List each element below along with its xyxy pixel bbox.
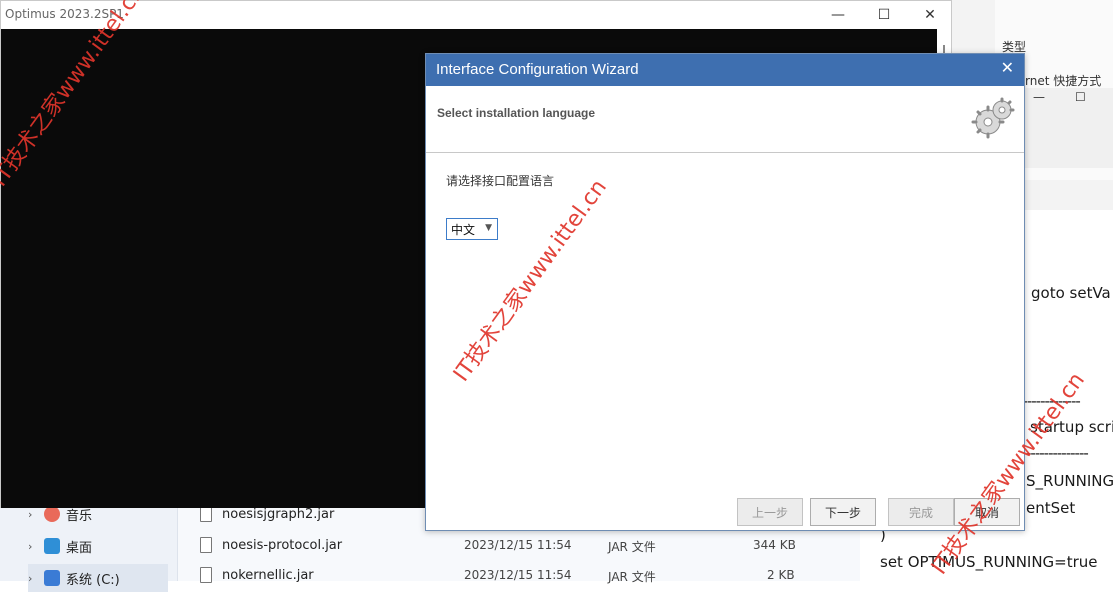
chevron-right-icon[interactable]: ›	[28, 508, 44, 521]
next-button[interactable]: 下一步	[810, 498, 876, 526]
chevron-right-icon[interactable]: ›	[28, 540, 44, 553]
wizard-close-button[interactable]: ✕	[1001, 58, 1014, 77]
wizard-title: Interface Configuration Wizard	[436, 61, 639, 78]
code-line: set OPTIMUS_RUNNING=true	[880, 553, 1098, 571]
gears-icon	[971, 97, 1015, 139]
desktop-icon	[44, 538, 60, 554]
drive-icon	[44, 570, 60, 586]
file-icon	[200, 537, 212, 553]
subwindow-minimize-icon[interactable]: —	[1033, 90, 1045, 104]
dropdown-arrow-icon[interactable]: ▼	[485, 223, 492, 233]
minimize-button[interactable]: —	[815, 3, 861, 27]
code-line: S_RUNNING	[1026, 472, 1113, 490]
nav-item-system-drive[interactable]: › 系统 (C:)	[28, 564, 168, 592]
file-date: 2023/12/15 11:54	[464, 538, 572, 552]
file-type: JAR 文件	[608, 540, 656, 554]
file-icon	[200, 506, 212, 522]
file-type: JAR 文件	[608, 570, 656, 584]
file-size: 344 KB	[753, 538, 796, 552]
background-subwindow: — ☐	[1020, 88, 1113, 168]
file-row[interactable]: noesis-protocol.jar	[200, 531, 342, 559]
language-select[interactable]: 中文 ▼	[446, 218, 498, 240]
file-size: 2 KB	[767, 568, 795, 582]
subwindow-maximize-icon[interactable]: ☐	[1075, 90, 1086, 104]
scrollbar-thumb[interactable]	[943, 45, 945, 53]
music-icon	[44, 506, 60, 522]
language-selected-value: 中文	[451, 222, 476, 237]
maximize-button[interactable]: ☐	[861, 3, 907, 27]
language-prompt: 请选择接口配置语言	[446, 174, 555, 188]
wizard-titlebar[interactable]: Interface Configuration Wizard ✕	[426, 54, 1024, 86]
finish-button[interactable]: 完成	[888, 498, 954, 526]
file-row[interactable]: nokernellic.jar	[200, 561, 314, 589]
nav-item-label: 系统 (C:)	[66, 572, 120, 588]
wizard-step-title: Select installation language	[437, 106, 596, 120]
file-name: nokernellic.jar	[222, 567, 314, 583]
code-line: entSet	[1026, 499, 1076, 517]
file-name: noesis-protocol.jar	[222, 537, 343, 553]
explorer-nav-pane: › 音乐 › 桌面 › 系统 (C:)	[0, 500, 178, 592]
code-line: goto setVa	[1031, 284, 1111, 302]
wizard-header: Select installation language	[426, 86, 1024, 153]
close-button[interactable]: ✕	[907, 3, 953, 27]
file-date: 2023/12/15 11:54	[464, 568, 572, 582]
chevron-right-icon[interactable]: ›	[28, 572, 44, 585]
shortcut-type-label: rnet 快捷方式	[1025, 74, 1102, 88]
nav-item-label: 桌面	[66, 540, 93, 556]
nav-item-desktop[interactable]: › 桌面	[28, 532, 92, 560]
back-button[interactable]: 上一步	[737, 498, 803, 526]
file-name: noesisjgraph2.jar	[222, 506, 335, 522]
